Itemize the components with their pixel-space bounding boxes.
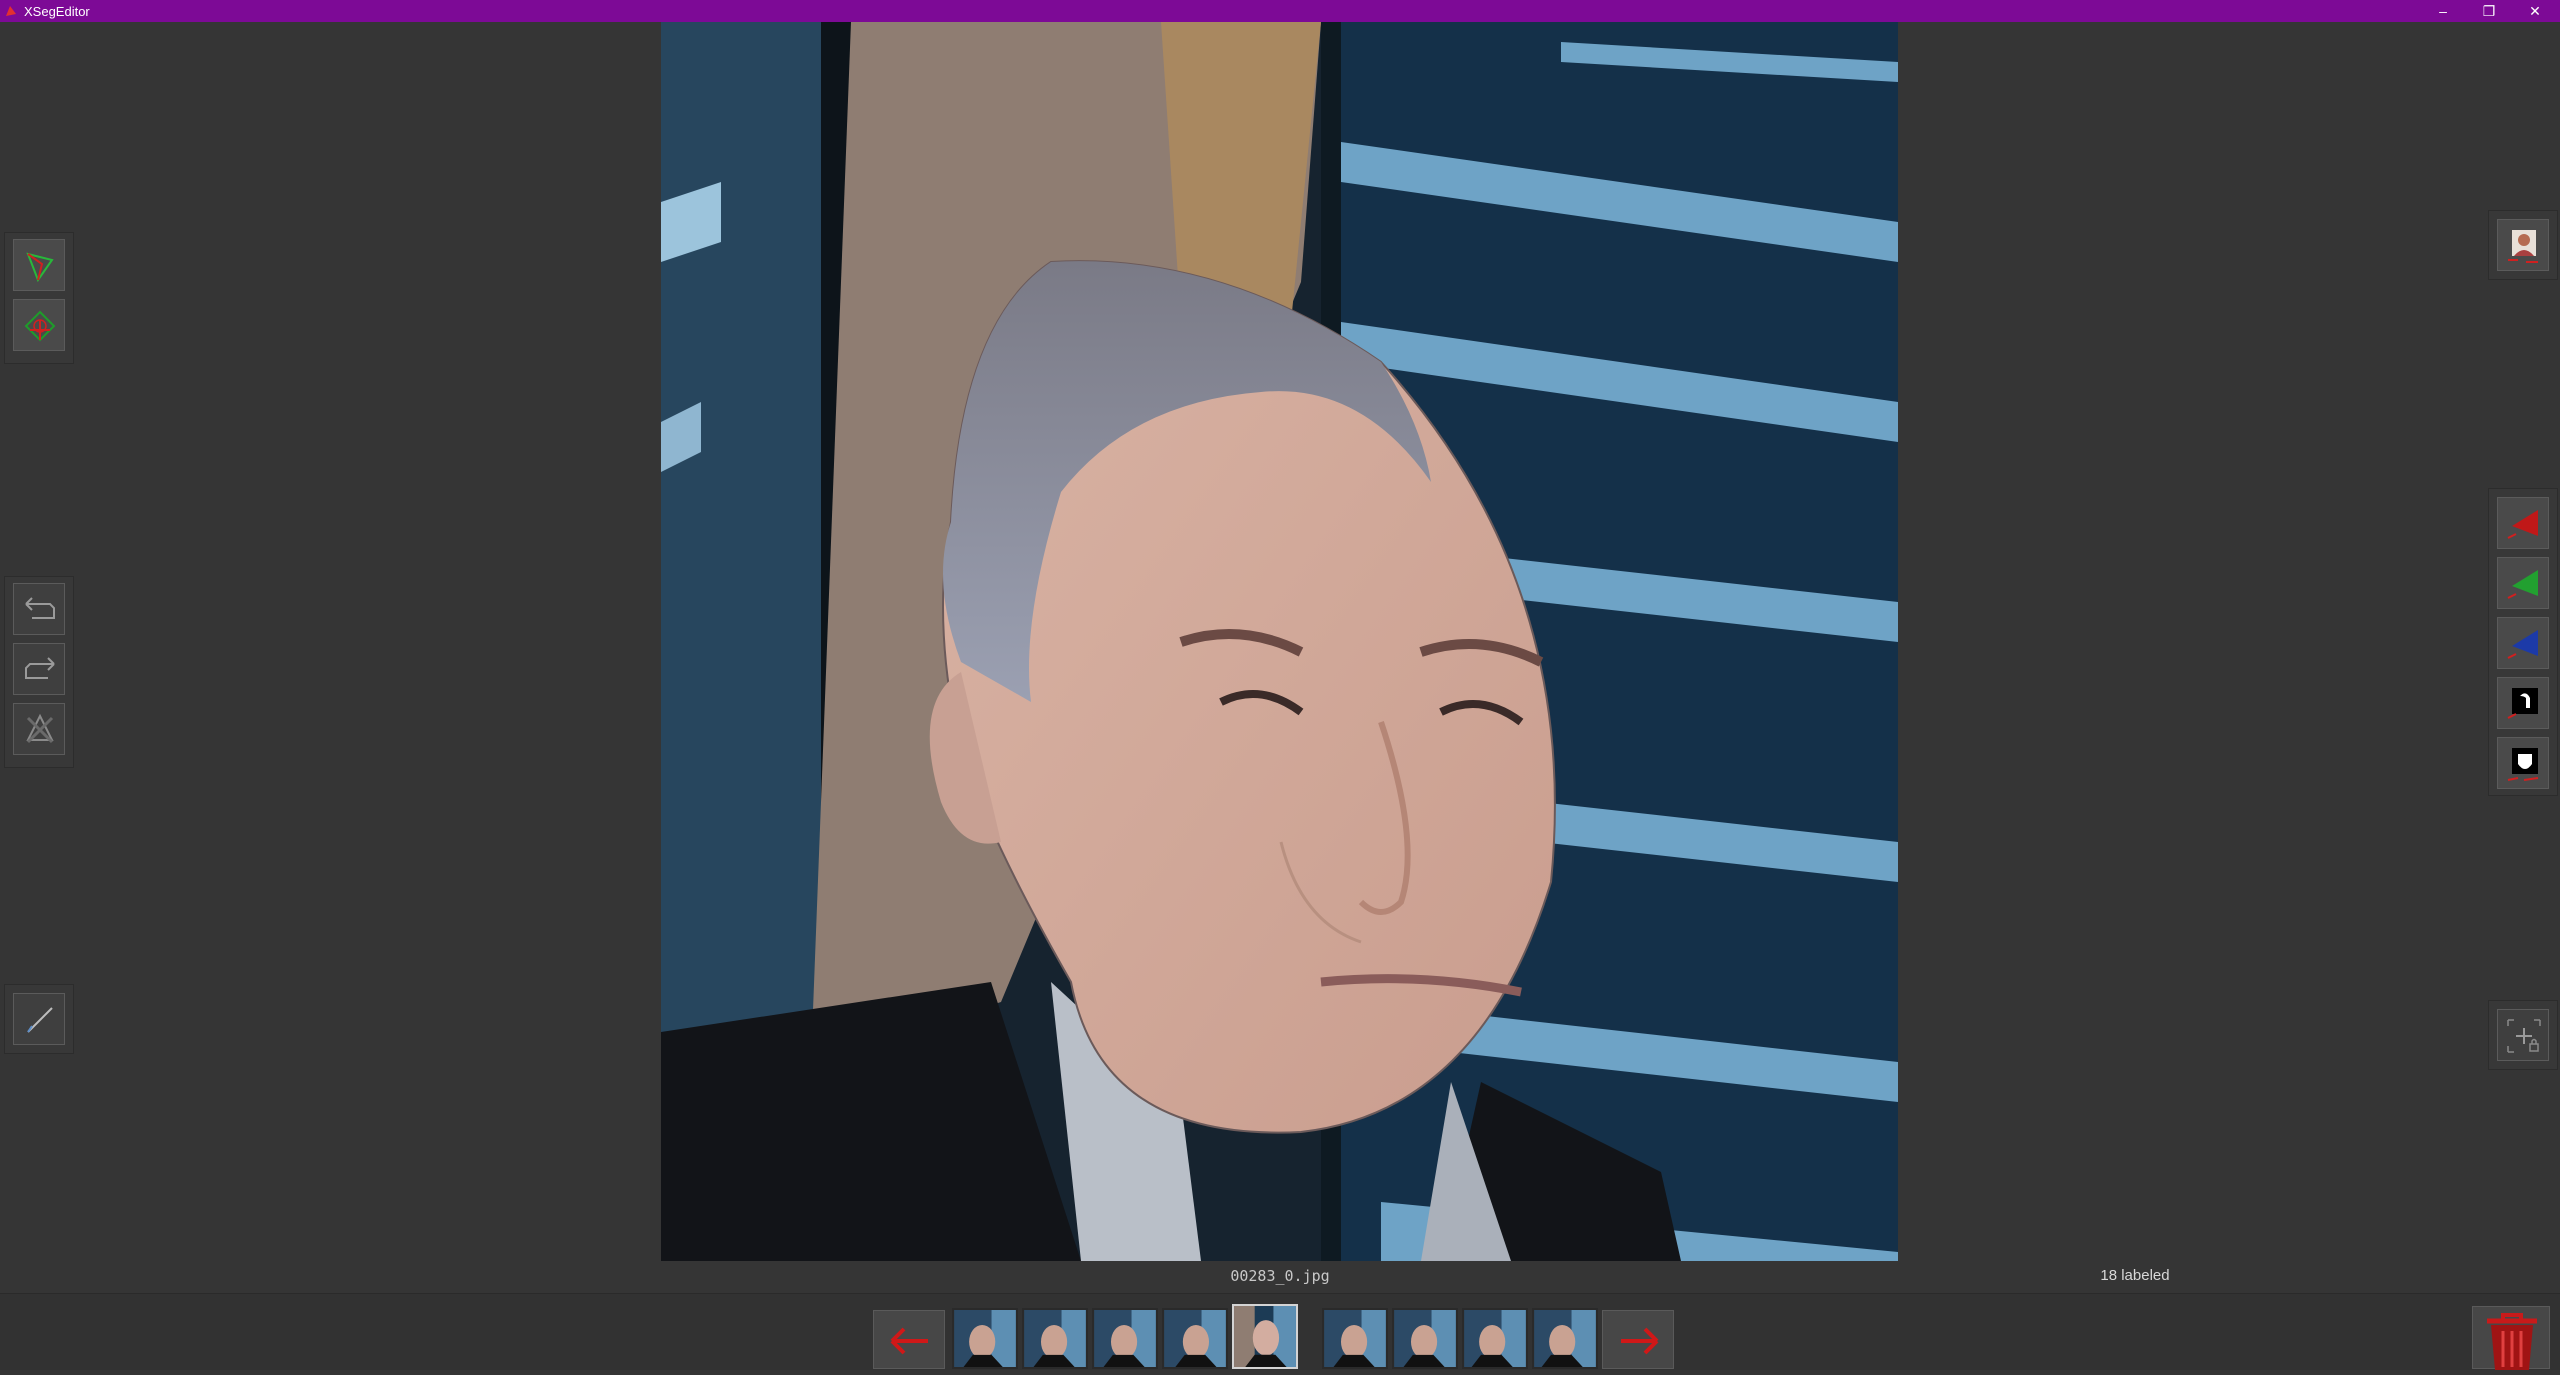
left-toolbar-group-poly bbox=[4, 232, 74, 364]
thumbnail[interactable] bbox=[1162, 1308, 1228, 1369]
thumbnail[interactable] bbox=[1462, 1308, 1528, 1369]
arrow-right-icon bbox=[1621, 1327, 1659, 1355]
thumbnail[interactable] bbox=[1532, 1308, 1598, 1369]
labeled-count: 18 labeled bbox=[2100, 1267, 2170, 1284]
undo-point-button[interactable] bbox=[13, 583, 65, 635]
view-mask-icon bbox=[2507, 748, 2539, 781]
view-blue-button[interactable] bbox=[2497, 617, 2549, 669]
lock-cursor-icon bbox=[2507, 1019, 2541, 1053]
left-toolbar-group-edit bbox=[4, 576, 74, 768]
pen-button[interactable] bbox=[13, 993, 65, 1045]
title-bar: XSegEditor – ❐ ✕ bbox=[0, 0, 2560, 22]
thumbnail[interactable] bbox=[1092, 1308, 1158, 1369]
thumbnail-image bbox=[1534, 1310, 1596, 1367]
window-title: XSegEditor bbox=[24, 4, 90, 19]
delete-poly-icon bbox=[26, 713, 54, 744]
delete-image-button[interactable] bbox=[2472, 1306, 2550, 1370]
thumbnail-image bbox=[1324, 1310, 1386, 1367]
arrow-left-icon bbox=[890, 1327, 928, 1355]
view-exclude-color-button[interactable] bbox=[2497, 497, 2549, 549]
minimize-button[interactable]: – bbox=[2420, 0, 2466, 22]
left-toolbar-group-pen bbox=[4, 984, 74, 1054]
undo-point-icon bbox=[25, 597, 55, 619]
current-filename: 00283_0.jpg bbox=[1230, 1267, 1330, 1285]
thumbnail[interactable] bbox=[952, 1308, 1018, 1369]
close-button[interactable]: ✕ bbox=[2512, 0, 2558, 22]
pen-icon bbox=[27, 1007, 53, 1033]
exclude-poly-button[interactable] bbox=[13, 299, 65, 351]
poly-include-icon bbox=[26, 252, 54, 283]
thumbnail-image bbox=[954, 1310, 1016, 1367]
thumbnail[interactable] bbox=[1322, 1308, 1388, 1369]
thumbnail-image bbox=[1464, 1310, 1526, 1367]
view-xseg-overlay-icon bbox=[2507, 688, 2538, 719]
right-toolbar-group-cursor bbox=[2488, 1000, 2558, 1070]
view-include-color-button[interactable] bbox=[2497, 557, 2549, 609]
redo-point-button[interactable] bbox=[13, 643, 65, 695]
view-overlay-mask-button[interactable] bbox=[2497, 677, 2549, 729]
face-image bbox=[661, 22, 1898, 1261]
redo-point-icon bbox=[25, 657, 55, 679]
delete-poly-button[interactable] bbox=[13, 703, 65, 755]
thumbnail-selected[interactable] bbox=[1232, 1304, 1298, 1369]
trash-icon bbox=[2487, 1313, 2537, 1370]
view-faceset-button[interactable] bbox=[2497, 219, 2549, 271]
thumbnail[interactable] bbox=[1392, 1308, 1458, 1369]
app-icon bbox=[6, 6, 16, 16]
thumbnail[interactable] bbox=[1022, 1308, 1088, 1369]
view-xseg-mask-icon bbox=[2507, 630, 2538, 659]
thumbnail-image bbox=[1234, 1306, 1296, 1367]
prev-image-button[interactable] bbox=[873, 1310, 945, 1369]
right-toolbar-group-faceset bbox=[2488, 210, 2558, 280]
thumbnail-image bbox=[1394, 1310, 1456, 1367]
thumbnail-image bbox=[1024, 1310, 1086, 1367]
view-mask-button[interactable] bbox=[2497, 737, 2549, 789]
editor-canvas[interactable] bbox=[661, 22, 1898, 1261]
poly-exclude-icon bbox=[24, 310, 56, 342]
restore-button[interactable]: ❐ bbox=[2466, 0, 2512, 22]
view-faceset-icon bbox=[2508, 230, 2538, 263]
view-lr-icon bbox=[2507, 570, 2538, 599]
lock-cursor-button[interactable] bbox=[2497, 1009, 2549, 1061]
next-image-button[interactable] bbox=[1602, 1310, 1674, 1369]
view-baseimage-icon bbox=[2507, 510, 2538, 539]
right-toolbar-group-views bbox=[2488, 488, 2558, 796]
thumbnail-image bbox=[1164, 1310, 1226, 1367]
include-poly-button[interactable] bbox=[13, 239, 65, 291]
thumbnail-image bbox=[1094, 1310, 1156, 1367]
